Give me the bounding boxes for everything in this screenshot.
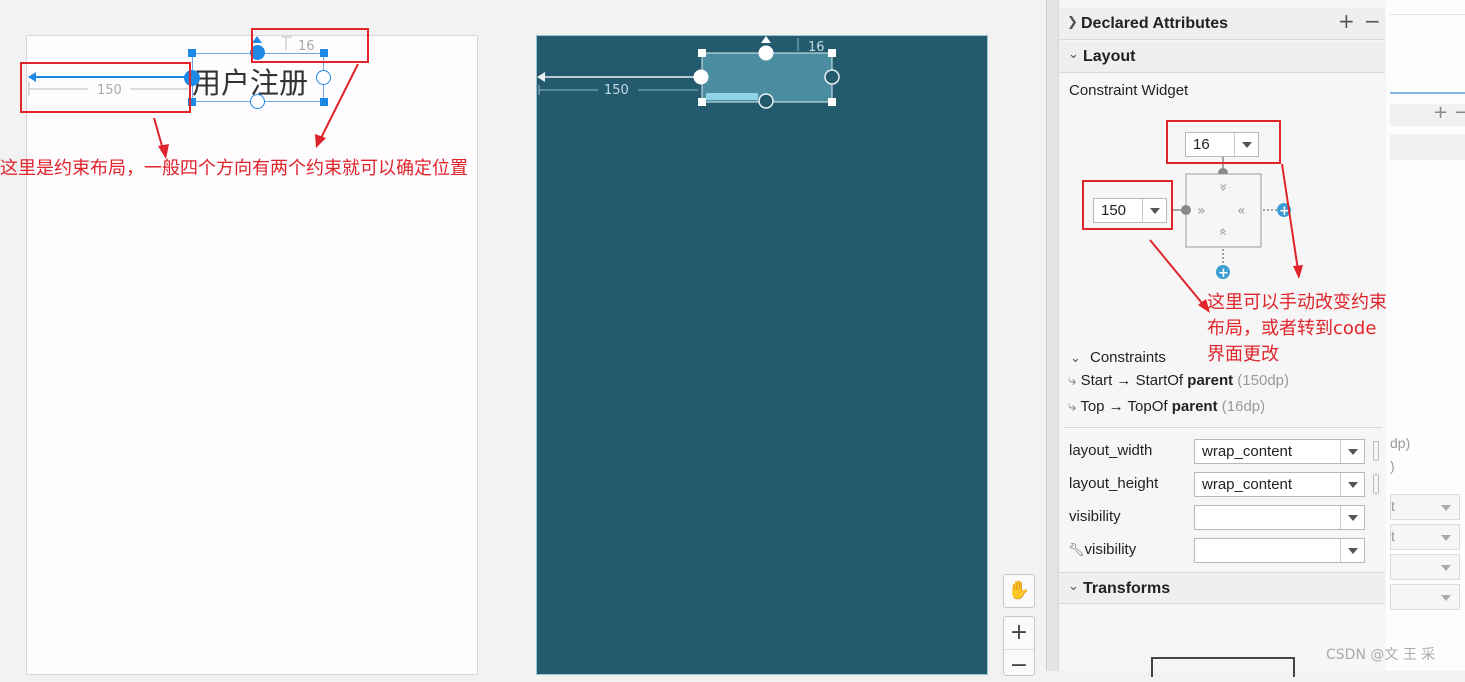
note-line-1: 这里可以手动改变约束 <box>1207 292 1387 313</box>
note-line-2: 布局，或者转到code <box>1207 318 1377 339</box>
dropdown-arrow-icon <box>1348 449 1358 455</box>
wrench-icon: 🔧︎ <box>1068 542 1085 557</box>
visibility-combo[interactable] <box>1194 505 1365 530</box>
constraints-header[interactable]: ⌄ Constraints <box>1070 347 1166 366</box>
layout-width-value: wrap_content <box>1202 443 1293 460</box>
attr-layout-width-label: layout_width <box>1069 442 1153 459</box>
blueprint-surface[interactable] <box>536 35 988 675</box>
dropdown-arrow-icon <box>1441 565 1451 571</box>
layout-width-dropdown[interactable] <box>1340 440 1364 463</box>
attr-layout-height-label: layout_height <box>1069 475 1159 492</box>
layout-header[interactable]: ⌄ Layout <box>1059 41 1385 73</box>
constraint-widget-label: Constraint Widget <box>1069 82 1189 99</box>
constraint-start-target: parent <box>1187 372 1234 389</box>
zoom-in-button[interactable]: + <box>1004 617 1034 649</box>
strip-add-icon[interactable]: + <box>1433 102 1448 123</box>
attr-tools-visibility-label: visibility <box>1084 541 1137 558</box>
dropdown-arrow-icon <box>1441 535 1451 541</box>
highlight-top-margin-combo <box>1166 120 1281 164</box>
visibility-dropdown[interactable] <box>1340 506 1364 529</box>
layout-height-value: wrap_content <box>1202 476 1293 493</box>
divider <box>1064 427 1382 428</box>
constraint-top-prefix: Top → TopOf <box>1080 398 1172 415</box>
tools-visibility-combo[interactable] <box>1194 538 1365 563</box>
pan-button[interactable]: ✋ <box>1003 574 1035 608</box>
strip-active-line <box>1390 92 1465 94</box>
layout-height-options[interactable] <box>1373 474 1379 494</box>
layout-width-options[interactable] <box>1373 441 1379 461</box>
strip-divider <box>1390 14 1465 15</box>
layout-title: Layout <box>1083 48 1136 65</box>
transforms-title: Transforms <box>1083 580 1171 597</box>
add-attribute-icon[interactable]: + <box>1338 9 1355 33</box>
dropdown-arrow-icon <box>1441 505 1451 511</box>
zoom-controls: + − <box>1003 616 1035 678</box>
attr-tools-visibility: 🔧︎visibility <box>1068 541 1136 558</box>
strip-combo-4[interactable] <box>1390 584 1460 610</box>
remove-attribute-icon[interactable]: − <box>1364 9 1381 33</box>
hand-icon: ✋ <box>1007 580 1031 601</box>
declared-attributes-title: Declared Attributes <box>1081 15 1228 32</box>
constraint-row-top[interactable]: ⤷ Top → TopOf parent (16dp) <box>1068 398 1265 415</box>
annotation-manual-edit-note: 这里可以手动改变约束 布局，或者转到code 界面更改 <box>1207 290 1387 368</box>
constraint-link-icon: ⤷ <box>1068 372 1077 389</box>
dropdown-arrow-icon <box>1348 548 1358 554</box>
note-line-3: 界面更改 <box>1207 344 1279 365</box>
dropdown-arrow-icon <box>1348 515 1358 521</box>
strip-header: + − <box>1390 102 1465 126</box>
strip-combo-3[interactable] <box>1390 554 1460 580</box>
strip-partial-dp-1: dp) <box>1390 435 1411 451</box>
strip-partial-dp-2: ) <box>1390 458 1395 474</box>
tools-visibility-dropdown[interactable] <box>1340 539 1364 562</box>
dropdown-arrow-icon <box>1348 482 1358 488</box>
strip-remove-icon[interactable]: − <box>1454 102 1465 123</box>
constraint-start-suffix: (150dp) <box>1233 372 1289 389</box>
layout-width-combo[interactable]: wrap_content <box>1194 439 1365 464</box>
resize-handle-top-left[interactable] <box>188 49 196 57</box>
transforms-header[interactable]: ⌄ Transforms <box>1059 572 1385 604</box>
strip-combo-2[interactable]: t <box>1390 524 1460 550</box>
attr-visibility-label: visibility <box>1069 508 1121 525</box>
transform-preview <box>1151 657 1295 677</box>
chevron-down-icon: ⌄ <box>1070 351 1081 366</box>
annotation-arrows-design <box>153 63 359 159</box>
layout-height-dropdown[interactable] <box>1340 473 1364 496</box>
start-margin-label-blueprint: 150 <box>604 83 629 98</box>
watermark: CSDN @文 王 采 <box>1326 647 1436 663</box>
zoom-out-button[interactable]: − <box>1004 649 1034 678</box>
dropdown-arrow-icon <box>1441 595 1451 601</box>
chevron-right-icon: ❯ <box>1067 15 1078 30</box>
top-margin-label-blueprint: 16 <box>808 40 825 55</box>
constraint-top-target: parent <box>1171 398 1218 415</box>
strip-partial-t2: t <box>1391 528 1395 544</box>
strip-partial-t1: t <box>1391 498 1395 514</box>
annotation-constraint-note: 这里是约束布局，一般四个方向有两个约束就可以确定位置 <box>0 158 468 179</box>
chevron-down-icon: ⌄ <box>1068 579 1079 594</box>
declared-attributes-header[interactable]: ❯ Declared Attributes + − <box>1059 8 1385 40</box>
constraint-top-suffix: (16dp) <box>1217 398 1266 415</box>
strip-combo-1[interactable]: t <box>1390 494 1460 520</box>
constraint-link-icon: ⤷ <box>1068 398 1077 415</box>
panel-splitter[interactable] <box>1046 0 1058 671</box>
layout-height-combo[interactable]: wrap_content <box>1194 472 1365 497</box>
strip-section <box>1390 134 1465 160</box>
blueprint-textview[interactable] <box>536 35 988 110</box>
constraint-start-prefix: Start → StartOf <box>1080 372 1188 389</box>
chevron-down-icon: ⌄ <box>1068 47 1079 62</box>
constraints-title: Constraints <box>1090 349 1166 366</box>
constraint-row-start[interactable]: ⤷ Start → StartOf parent (150dp) <box>1068 372 1289 389</box>
